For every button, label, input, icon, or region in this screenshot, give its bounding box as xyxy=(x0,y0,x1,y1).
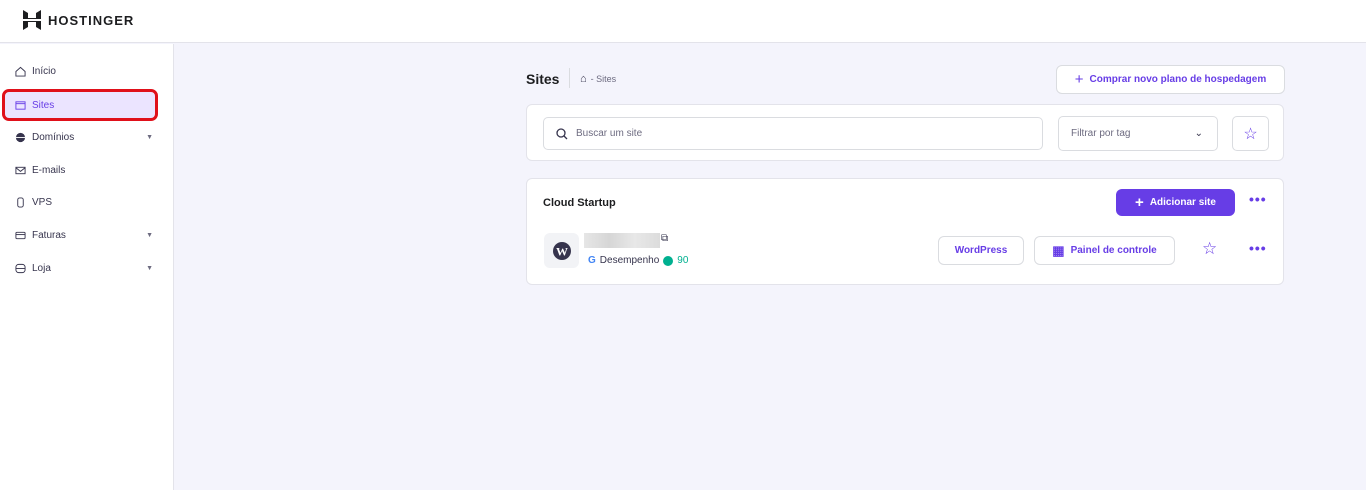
store-icon xyxy=(15,263,26,273)
breadcrumb-current: - Sites xyxy=(590,74,617,84)
search-card: Buscar um site Filtrar por tag ⌄ ☆ xyxy=(526,104,1284,161)
sidebar-item-emails[interactable]: E-mails xyxy=(5,157,155,183)
grid-icon: ▦ xyxy=(1052,242,1065,258)
search-placeholder: Buscar um site xyxy=(576,128,643,139)
favorite-star-icon[interactable]: ☆ xyxy=(1202,239,1217,259)
sidebar-item-faturas[interactable]: Faturas ▼ xyxy=(5,222,155,248)
plus-icon: + xyxy=(1074,71,1084,88)
sidebar-item-sites[interactable]: Sites xyxy=(2,89,158,121)
google-icon: G xyxy=(588,255,596,266)
score-value: 90 xyxy=(677,255,689,266)
plan-card: Cloud Startup + Adicionar site ••• W ⧉ G … xyxy=(526,178,1284,285)
sidebar-item-label: Sites xyxy=(32,99,55,111)
tag-filter-select[interactable]: Filtrar por tag ⌄ xyxy=(1058,116,1218,151)
billing-icon xyxy=(15,231,26,239)
performance-score[interactable]: G Desempenho 90 xyxy=(588,255,688,266)
server-icon xyxy=(17,196,24,208)
sidebar-item-label: E-mails xyxy=(32,164,66,176)
sidebar-item-label: Loja xyxy=(32,262,51,274)
sidebar-item-label: Domínios xyxy=(32,131,75,143)
button-label: Comprar novo plano de hospedagem xyxy=(1089,74,1267,85)
wordpress-logo: W xyxy=(544,233,579,268)
performance-label: Desempenho xyxy=(599,255,660,266)
plus-icon: + xyxy=(1135,194,1144,211)
home-icon[interactable]: ⌂ xyxy=(580,73,587,85)
chevron-down-icon: ▼ xyxy=(146,133,153,141)
star-icon: ☆ xyxy=(1243,125,1258,143)
home-icon xyxy=(15,66,26,77)
button-label: WordPress xyxy=(954,245,1008,256)
score-indicator xyxy=(663,255,674,266)
sidebar-item-label: Faturas xyxy=(32,229,66,241)
divider xyxy=(569,68,570,88)
brand-name: HOSTINGER xyxy=(48,12,135,28)
chevron-down-icon: ⌄ xyxy=(1194,128,1203,139)
sidebar-item-label: VPS xyxy=(32,196,53,208)
button-label: Painel de controle xyxy=(1070,245,1157,256)
filter-label: Filtrar por tag xyxy=(1071,128,1131,139)
hostinger-logo-icon xyxy=(23,10,41,30)
chevron-down-icon: ▼ xyxy=(146,231,153,239)
site-more-options-icon[interactable]: ••• xyxy=(1249,240,1267,256)
globe-icon xyxy=(15,132,26,142)
search-icon xyxy=(556,127,568,139)
button-label: Adicionar site xyxy=(1149,197,1216,208)
buy-hosting-plan-button[interactable]: + Comprar novo plano de hospedagem xyxy=(1056,65,1285,94)
chevron-down-icon: ▼ xyxy=(146,264,153,272)
favorites-filter-button[interactable]: ☆ xyxy=(1232,116,1269,151)
sidebar: Início Sites Domínios ▼ E-mails VPS Fatur… xyxy=(0,44,174,490)
search-input[interactable]: Buscar um site xyxy=(543,117,1043,150)
control-panel-button[interactable]: ▦ Painel de controle xyxy=(1034,236,1175,265)
hostinger-logo[interactable]: HOSTINGER xyxy=(23,10,134,30)
breadcrumb: ⌂ - Sites xyxy=(580,73,616,85)
sidebar-item-dominios[interactable]: Domínios ▼ xyxy=(5,124,155,150)
sidebar-item-label: Início xyxy=(32,65,56,77)
page-title: Sites xyxy=(526,71,560,87)
blurred-domain[interactable] xyxy=(584,233,660,248)
browser-icon xyxy=(15,100,26,110)
add-site-button[interactable]: + Adicionar site xyxy=(1116,189,1235,216)
sidebar-item-loja[interactable]: Loja ▼ xyxy=(5,255,155,281)
mail-icon xyxy=(15,166,26,174)
plan-more-options-icon[interactable]: ••• xyxy=(1249,191,1267,207)
wordpress-icon: W xyxy=(552,241,571,260)
plan-name: Cloud Startup xyxy=(543,197,616,209)
wordpress-button[interactable]: WordPress xyxy=(938,236,1024,265)
top-bar: HOSTINGER xyxy=(0,0,1366,43)
external-link-icon[interactable]: ⧉ xyxy=(661,233,668,244)
sidebar-item-inicio[interactable]: Início xyxy=(5,58,155,84)
sidebar-item-vps[interactable]: VPS xyxy=(5,189,155,215)
svg-text:W: W xyxy=(556,244,568,258)
